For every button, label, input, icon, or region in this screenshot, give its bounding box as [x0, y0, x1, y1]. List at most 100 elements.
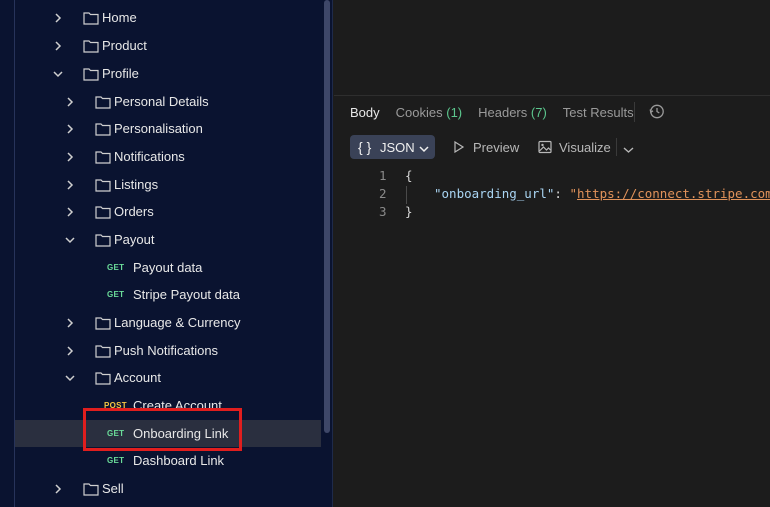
folder-payout[interactable]: Payout — [15, 226, 321, 253]
tab-separator — [634, 102, 635, 122]
chevron-down-icon — [419, 142, 429, 153]
collection-sidebar: Home Product Profile Personal Details Pe… — [0, 0, 333, 507]
tab-cookies[interactable]: Cookies (1) — [396, 105, 462, 120]
request-payout-data[interactable]: GET Payout data — [15, 254, 321, 281]
folder-home[interactable]: Home — [15, 4, 321, 31]
chevron-right-icon[interactable] — [53, 41, 63, 51]
chevron-right-icon[interactable] — [65, 152, 75, 162]
folder-icon — [95, 371, 111, 385]
folder-push-notifications[interactable]: Push Notifications — [15, 337, 321, 364]
response-panel — [334, 0, 770, 507]
format-dropdown[interactable]: { } JSON — [350, 135, 435, 159]
sidebar-scrollbar[interactable] — [324, 0, 330, 433]
folder-label: Account — [114, 370, 161, 385]
folder-label: Home — [102, 10, 137, 25]
format-label: JSON — [380, 139, 415, 155]
highlight-box — [83, 408, 242, 451]
panel-divider — [334, 95, 770, 96]
folder-label: Orders — [114, 204, 154, 219]
visualize-label: Visualize — [559, 139, 611, 155]
tab-label: Cookies — [395, 104, 443, 120]
chevron-down-icon[interactable] — [623, 142, 634, 153]
tab-body[interactable]: Body — [350, 105, 380, 120]
chevron-right-icon[interactable] — [53, 13, 63, 23]
image-icon — [538, 140, 552, 154]
folder-icon — [95, 344, 111, 358]
folder-language-currency[interactable]: Language & Currency — [15, 309, 321, 336]
request-label: Dashboard Link — [133, 453, 225, 468]
chevron-right-icon[interactable] — [65, 180, 75, 190]
folder-label: Personalisation — [114, 121, 203, 136]
folder-icon — [95, 122, 111, 136]
json-key: "onboarding_url" — [434, 186, 555, 201]
tab-label: Test Results — [562, 104, 634, 120]
request-label: Payout data — [133, 260, 203, 275]
response-tabs: Body Cookies (1) Headers (7) Test Result… — [350, 103, 650, 121]
chevron-right-icon[interactable] — [65, 207, 75, 217]
folder-icon — [95, 150, 111, 164]
json-url-value[interactable]: https://connect.stripe.com/se — [577, 186, 770, 201]
request-stripe-payout-data[interactable]: GET Stripe Payout data — [15, 281, 321, 308]
folder-label: Product — [102, 38, 147, 53]
chevron-right-icon[interactable] — [65, 97, 75, 107]
chevron-right-icon[interactable] — [65, 318, 75, 328]
folder-label: Personal Details — [114, 94, 209, 109]
history-icon[interactable] — [648, 103, 665, 120]
visualize-button[interactable]: Visualize — [538, 138, 611, 156]
folder-label: Listings — [114, 177, 159, 192]
chevron-right-icon[interactable] — [65, 346, 75, 356]
folder-account[interactable]: Account — [15, 364, 321, 391]
line-number: 3 — [379, 204, 387, 219]
folder-notifications[interactable]: Notifications — [15, 143, 321, 170]
preview-button[interactable]: Preview — [453, 138, 519, 156]
json-brace: { — [405, 168, 413, 183]
folder-orders[interactable]: Orders — [15, 198, 321, 225]
play-icon — [454, 141, 465, 153]
folder-sell[interactable]: Sell — [15, 475, 321, 502]
folder-icon — [83, 39, 99, 53]
line-number: 1 — [379, 168, 387, 183]
folder-icon — [95, 95, 111, 109]
folder-product[interactable]: Product — [15, 32, 321, 59]
json-quote: " — [569, 186, 578, 201]
folder-icon — [95, 316, 111, 330]
folder-icon — [83, 11, 99, 25]
folder-label: Sell — [102, 481, 124, 496]
folder-profile[interactable]: Profile — [15, 60, 321, 87]
chevron-down-icon[interactable] — [53, 69, 63, 79]
preview-label: Preview — [473, 139, 520, 155]
folder-label: Language & Currency — [114, 315, 241, 330]
braces-icon: { } — [358, 139, 372, 155]
code-indent-guide — [406, 186, 407, 204]
chevron-down-icon[interactable] — [65, 373, 75, 383]
folder-icon — [95, 233, 111, 247]
tab-test-results[interactable]: Test Results — [563, 105, 634, 120]
folder-personalisation[interactable]: Personalisation — [15, 115, 321, 142]
request-dashboard-link[interactable]: GET Dashboard Link — [15, 447, 321, 474]
json-brace: } — [405, 204, 413, 219]
tab-headers[interactable]: Headers (7) — [478, 105, 547, 120]
folder-label: Notifications — [114, 149, 185, 164]
chevron-down-icon[interactable] — [65, 235, 75, 245]
method-badge: GET — [107, 290, 125, 299]
folder-icon — [83, 67, 99, 81]
folder-listings[interactable]: Listings — [15, 171, 321, 198]
folder-label: Push Notifications — [114, 343, 219, 358]
chevron-right-icon[interactable] — [65, 124, 75, 134]
folder-icon — [83, 482, 99, 496]
line-number: 2 — [379, 186, 387, 201]
tab-count: (7) — [530, 104, 547, 120]
folder-label: Payout — [114, 232, 155, 247]
chevron-right-icon[interactable] — [53, 484, 63, 494]
method-badge: GET — [107, 456, 125, 465]
tab-count: (1) — [446, 104, 463, 120]
visualize-separator — [616, 138, 617, 156]
tab-label: Body — [350, 104, 380, 120]
folder-label: Profile — [102, 66, 139, 81]
method-badge: GET — [107, 263, 125, 272]
folder-icon — [95, 178, 111, 192]
request-label: Stripe Payout data — [133, 287, 240, 302]
tab-label: Headers — [478, 104, 528, 120]
json-colon: : — [554, 186, 570, 201]
folder-personal-details[interactable]: Personal Details — [15, 88, 321, 115]
